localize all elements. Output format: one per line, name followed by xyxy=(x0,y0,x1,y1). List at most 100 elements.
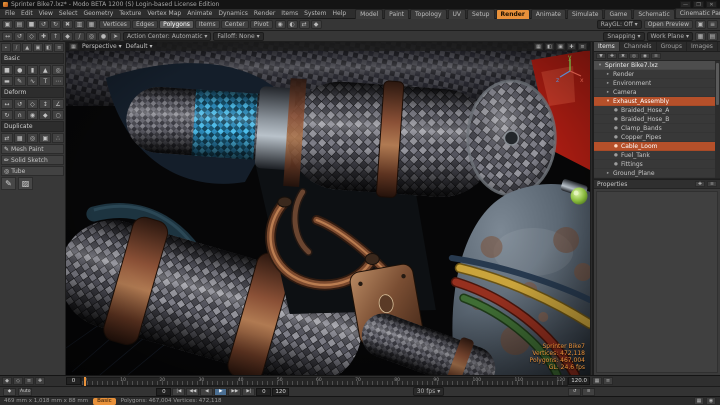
maximize-button[interactable]: ❐ xyxy=(693,1,704,8)
section-title-duplicate[interactable]: Duplicate xyxy=(1,121,64,132)
save-scene-icon[interactable]: ■ xyxy=(26,20,37,29)
expand-icon[interactable]: ● xyxy=(613,117,619,122)
layout-tab[interactable]: UV xyxy=(448,9,467,19)
array-tool-icon[interactable]: ▦ xyxy=(14,133,26,143)
set-key-button[interactable]: ◆ xyxy=(3,388,16,396)
render-camera-icon[interactable]: ▣ xyxy=(695,20,706,29)
right-panel-tab[interactable]: Groups xyxy=(657,42,687,51)
snapping-combo[interactable]: Snapping ▾ xyxy=(603,32,644,41)
center-selected-icon[interactable]: ✚ xyxy=(567,43,576,50)
item-tab-icon[interactable]: ▣ xyxy=(33,43,43,52)
open-preview-button[interactable]: Open Preview xyxy=(644,20,693,29)
range-start-field[interactable]: 0 xyxy=(66,377,81,385)
magnet-deform-icon[interactable]: ◆ xyxy=(39,110,51,120)
menu-item[interactable]: View xyxy=(36,10,56,17)
expand-icon[interactable]: ▸ xyxy=(605,171,611,176)
menu-item[interactable]: Items xyxy=(278,10,301,17)
vertex-tab-icon[interactable]: ∙ xyxy=(1,43,11,52)
layout-tab[interactable]: Animate xyxy=(531,9,566,19)
selection-mode-button[interactable]: Polygons xyxy=(159,20,194,29)
layout-tab[interactable]: Model xyxy=(355,9,383,19)
cylinder-tool-icon[interactable]: ▮ xyxy=(27,65,39,75)
pencil-tool-icon[interactable]: ✎ xyxy=(1,177,16,190)
tube-tool-button[interactable]: ◎Tube xyxy=(1,166,64,176)
layout-tab[interactable]: Game xyxy=(604,9,632,19)
selection-mode-button[interactable]: Items xyxy=(195,20,220,29)
falloff-icon[interactable]: ◐ xyxy=(287,20,298,29)
options-icon[interactable]: ≡ xyxy=(707,20,718,29)
selection-mode-button[interactable]: Center xyxy=(221,20,249,29)
sphere-tool-icon[interactable]: ● xyxy=(14,65,26,75)
clone-tool-icon[interactable]: ▣ xyxy=(39,133,51,143)
menu-item[interactable]: System xyxy=(301,10,329,17)
eraser-tool-icon[interactable]: ▨ xyxy=(18,177,33,190)
shading-mode-combo[interactable]: Default ▾ xyxy=(126,43,153,50)
torus-tool-icon[interactable]: ◎ xyxy=(52,65,64,75)
more-primitives-icon[interactable]: ⋯ xyxy=(52,76,64,86)
markers-icon[interactable]: ≡ xyxy=(24,377,34,385)
expand-icon[interactable]: ▸ xyxy=(605,72,611,77)
minimize-button[interactable]: — xyxy=(680,1,691,8)
undo-icon[interactable]: ↺ xyxy=(38,20,49,29)
menu-item[interactable]: Help xyxy=(329,10,349,17)
transport-range-start[interactable]: 0 xyxy=(156,388,171,396)
copy-icon[interactable]: ▥ xyxy=(74,20,85,29)
tree-item[interactable]: ● Clamp_Bands xyxy=(594,124,715,133)
scatter-tool-icon[interactable]: ∴ xyxy=(52,133,64,143)
drag-tool-icon[interactable]: ➤ xyxy=(110,32,121,41)
transform-tool-icon[interactable]: ✚ xyxy=(38,32,49,41)
move-tool-icon[interactable]: ↔ xyxy=(2,32,13,41)
viewport-3d-canvas[interactable] xyxy=(66,42,590,375)
visibility-icon[interactable]: ◉ xyxy=(640,53,650,59)
tree-item[interactable]: ▸ Ground_Plane xyxy=(594,169,715,178)
tree-item[interactable]: ▾ Exhaust_Assembly xyxy=(594,97,715,106)
timeline-ruler[interactable]: 0102030405060708090100110120 xyxy=(81,377,568,386)
view-mode-combo[interactable]: Perspective ▾ xyxy=(82,43,122,50)
search-icon[interactable]: ◎ xyxy=(629,53,639,59)
tree-item[interactable]: ● Braided_Hose_B xyxy=(594,115,715,124)
text-tool-icon[interactable]: T xyxy=(39,76,51,86)
shading-options-icon[interactable]: ◧ xyxy=(545,43,554,50)
tree-item[interactable]: ▾ Sprinter Bike7.lxz xyxy=(594,61,715,70)
go-end-button[interactable]: ▶| xyxy=(242,388,255,396)
filter-icon[interactable]: ▼ xyxy=(596,53,606,59)
mirror-tool-icon[interactable]: ⇄ xyxy=(1,133,13,143)
polygon-tab-icon[interactable]: ▲ xyxy=(22,43,32,52)
menu-item[interactable]: File xyxy=(2,10,18,17)
selection-mode-button[interactable]: Pivot xyxy=(250,20,273,29)
loop-icon[interactable]: ↺ xyxy=(568,388,581,396)
next-frame-button[interactable]: ▶▶ xyxy=(228,388,241,396)
action-center-combo[interactable]: Action Center: Automatic ▾ xyxy=(123,32,211,41)
rotate-deform-icon[interactable]: ↺ xyxy=(14,99,26,109)
curve-tool-icon[interactable]: ∿ xyxy=(27,76,39,86)
transport-range-end[interactable]: 120 xyxy=(272,388,289,396)
right-panel-tab[interactable]: Images xyxy=(687,42,718,51)
memory-status-icon[interactable]: ◉ xyxy=(706,397,716,405)
transport-menu-icon[interactable]: ≡ xyxy=(582,388,595,396)
scale-deform-icon[interactable]: ◇ xyxy=(27,99,39,109)
new-item-icon[interactable]: ✚ xyxy=(607,53,617,59)
selection-mode-button[interactable]: Vertices xyxy=(99,20,131,29)
viewport[interactable]: ▦ Perspective ▾ Default ▾ ▦◧▣✚≡ y x z Sp… xyxy=(66,42,590,375)
tree-item[interactable]: ● Cable_Loom xyxy=(594,142,715,151)
right-panel-tab[interactable]: Channels xyxy=(620,42,657,51)
menu-item[interactable]: Animate xyxy=(184,10,215,17)
go-start-button[interactable]: |◀ xyxy=(172,388,185,396)
raygl-combo[interactable]: RayGL: Off ▾ xyxy=(597,20,642,29)
menu-item[interactable]: Dynamics xyxy=(215,10,251,17)
expand-icon[interactable]: ● xyxy=(613,144,619,149)
menu-item[interactable]: Render xyxy=(251,10,278,17)
vortex-deform-icon[interactable]: ◉ xyxy=(27,110,39,120)
tree-item[interactable]: ● Fittings xyxy=(594,160,715,169)
axis-gizmo[interactable]: y x z xyxy=(556,55,584,83)
cinematic-panel-button[interactable]: Cinematic Panel xyxy=(675,8,720,19)
scale-tool-icon[interactable]: ◇ xyxy=(26,32,37,41)
section-title-deform[interactable]: Deform xyxy=(1,87,64,98)
layout-tab[interactable]: Schematic xyxy=(633,9,674,19)
menu-item[interactable]: Vertex Map xyxy=(144,10,184,17)
range-end-field[interactable]: 120.0 xyxy=(568,377,590,385)
viewport-menu-icon[interactable]: ≡ xyxy=(578,43,587,50)
play-button[interactable]: ▶ xyxy=(214,388,227,396)
layout-tab[interactable]: Topology xyxy=(410,9,447,19)
wireframe-toggle-icon[interactable]: ▦ xyxy=(534,43,543,50)
